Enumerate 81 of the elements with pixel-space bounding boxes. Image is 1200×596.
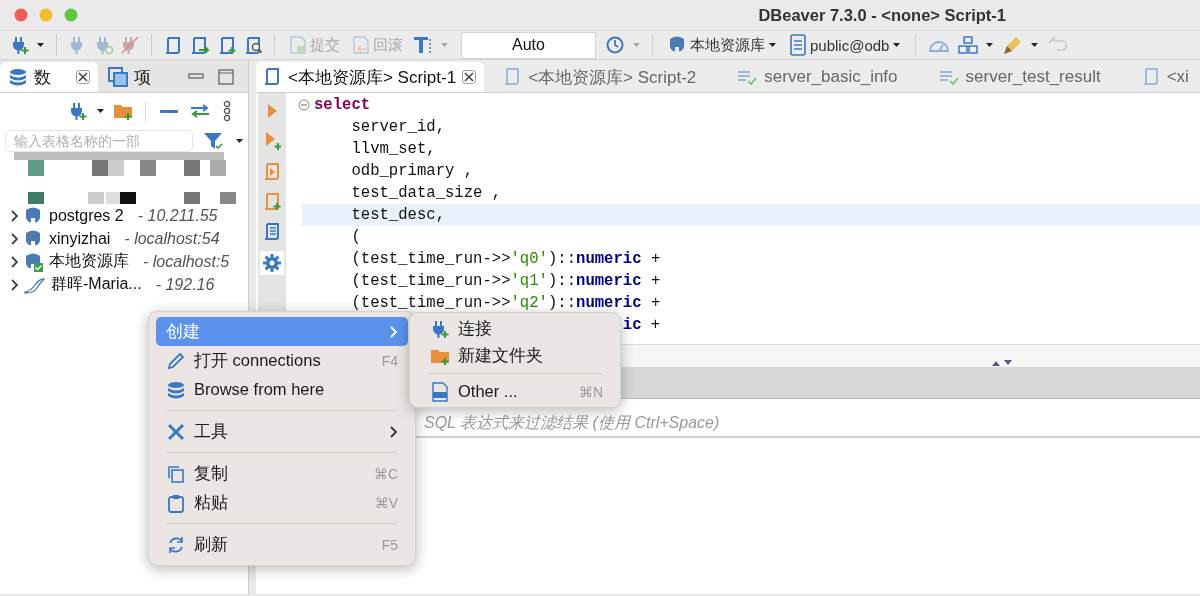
script-lines-icon[interactable] bbox=[262, 221, 282, 241]
menu-item[interactable]: 复制 ⌘C bbox=[156, 459, 408, 488]
refresh-icon bbox=[166, 534, 186, 555]
run-script-add-icon[interactable] bbox=[262, 191, 282, 211]
history-icon[interactable] bbox=[604, 35, 626, 55]
menu-item[interactable]: Other ... ⌘N bbox=[420, 378, 613, 405]
close-window-icon[interactable] bbox=[14, 8, 28, 22]
disconnect-icon[interactable] bbox=[120, 35, 140, 55]
connection-address: - 10.211.55 bbox=[137, 206, 218, 225]
text-format-icon[interactable] bbox=[412, 35, 434, 55]
editor-tab[interactable]: <本地资源库> Script-1 bbox=[256, 62, 485, 92]
expand-icon[interactable] bbox=[9, 231, 19, 246]
filter-field[interactable]: 输入表格名称的一部 bbox=[5, 130, 193, 152]
database-icon bbox=[23, 251, 43, 272]
connection-address: - localhost:54 bbox=[124, 229, 220, 248]
run-script-icon[interactable] bbox=[262, 161, 282, 181]
windows-icon bbox=[108, 67, 128, 87]
object-file-icon bbox=[430, 381, 450, 402]
menu-item[interactable]: 粘贴 ⌘V bbox=[156, 488, 408, 517]
connection-name[interactable]: postgres 2 bbox=[49, 206, 124, 225]
connection-name[interactable]: 本地资源库 bbox=[49, 251, 129, 272]
rollback-icon bbox=[352, 35, 370, 55]
run-add-icon[interactable] bbox=[263, 131, 281, 151]
close-icon[interactable] bbox=[462, 70, 477, 84]
connection-address: - 192.16 bbox=[155, 275, 215, 294]
connection-name[interactable]: xinyizhai bbox=[49, 229, 111, 248]
code-line: select bbox=[302, 94, 1200, 116]
connection-address: - localhost:5 bbox=[143, 252, 230, 271]
editor-tab[interactable]: <xi bbox=[1134, 62, 1197, 92]
panel-tab[interactable]: 项 bbox=[100, 62, 159, 92]
menu-item[interactable]: 工具 bbox=[156, 417, 408, 446]
menu-item[interactable]: 连接 bbox=[420, 315, 613, 342]
code-line: test_data_size , bbox=[350, 183, 503, 204]
new-connection-icon[interactable] bbox=[68, 101, 88, 121]
code-line: odb_primary , bbox=[350, 161, 475, 182]
expand-icon[interactable] bbox=[9, 208, 19, 223]
new-connection-icon[interactable] bbox=[10, 35, 30, 55]
menu-item[interactable]: 打开 connections F4 bbox=[156, 346, 408, 375]
schema-selector[interactable]: public@odb bbox=[786, 34, 905, 56]
copy-icon bbox=[166, 463, 186, 484]
filter-icon[interactable] bbox=[203, 131, 225, 151]
editor-tab[interactable]: <本地资源库> Script-2 bbox=[496, 62, 705, 92]
link-arrows-icon[interactable] bbox=[188, 101, 212, 121]
collapse-arrows-icon[interactable] bbox=[990, 359, 1014, 367]
expand-icon[interactable] bbox=[9, 254, 19, 269]
commit-icon bbox=[289, 35, 307, 55]
chevron-right-icon[interactable] bbox=[388, 424, 398, 439]
editor-tab[interactable]: server_test_result bbox=[931, 62, 1109, 92]
expand-icon[interactable] bbox=[9, 277, 19, 292]
menu-item[interactable]: 新建文件夹 bbox=[420, 342, 613, 369]
script-icon[interactable] bbox=[163, 35, 183, 55]
maximize-icon[interactable] bbox=[218, 69, 234, 85]
script-arrow-icon[interactable] bbox=[189, 35, 211, 55]
script-icon[interactable] bbox=[262, 66, 282, 88]
code-line: ( bbox=[350, 227, 362, 248]
fold-icon[interactable] bbox=[298, 99, 310, 111]
connection-icon[interactable] bbox=[430, 318, 450, 339]
document-icon bbox=[789, 34, 807, 56]
close-icon[interactable] bbox=[76, 70, 90, 84]
editor-tab[interactable]: server_basic_info bbox=[730, 62, 906, 92]
script-search-icon[interactable] bbox=[243, 35, 263, 55]
transaction-mode-field[interactable]: Auto bbox=[461, 31, 596, 59]
panel-tab[interactable]: 数 bbox=[0, 62, 98, 92]
window-title: DBeaver 7.3.0 - <none> Script-1 bbox=[758, 5, 1006, 25]
clipboard-icon bbox=[166, 492, 186, 513]
code-line: (test_time_run->>'q0')::numeric + bbox=[350, 249, 662, 270]
database-icon bbox=[166, 379, 186, 400]
code-line: ic + bbox=[622, 315, 661, 336]
datasource-selector[interactable]: 本地资源库 bbox=[664, 35, 780, 55]
code-line: (test_time_run->>'q2')::numeric + bbox=[350, 293, 662, 314]
menu-item[interactable]: Browse from here bbox=[156, 375, 408, 404]
settings-icon[interactable] bbox=[262, 253, 282, 273]
menu-item[interactable]: 刷新 F5 bbox=[156, 530, 408, 559]
database-icon bbox=[8, 67, 28, 87]
script-add-icon[interactable] bbox=[217, 35, 237, 55]
connection-name[interactable]: 群晖-Maria... bbox=[51, 274, 142, 295]
boxes-icon[interactable] bbox=[957, 35, 980, 55]
code-line: server_id, bbox=[350, 117, 446, 138]
pencil-icon bbox=[166, 350, 186, 371]
code-line: (test_time_run->>'q1')::numeric + bbox=[350, 271, 662, 292]
code-line: llvm_set, bbox=[350, 139, 437, 160]
